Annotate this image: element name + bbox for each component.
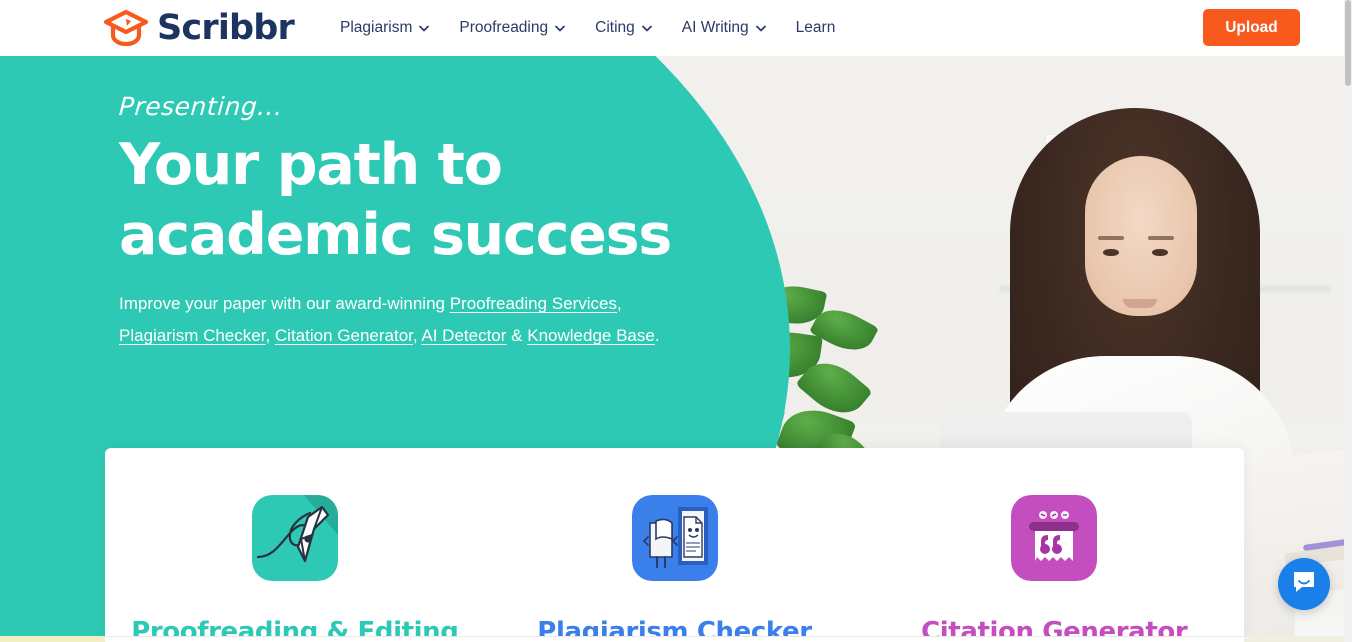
sep: & <box>506 326 528 346</box>
hero-title-line-1: Your path to <box>119 132 503 198</box>
scrollbar-thumb[interactable] <box>1345 0 1351 86</box>
chevron-down-icon <box>755 25 766 32</box>
link-citation-generator[interactable]: Citation Generator <box>275 326 413 345</box>
chat-widget-button[interactable] <box>1278 558 1330 610</box>
nav-item-ai-writing[interactable]: AI Writing <box>667 0 781 56</box>
feature-plagiarism-checker[interactable]: Plagiarism Checker <box>485 448 865 642</box>
chevron-down-icon <box>419 25 430 32</box>
fountain-pen-icon <box>251 495 338 581</box>
nav-item-proofreading[interactable]: Proofreading <box>444 0 580 56</box>
chevron-down-icon <box>555 25 565 32</box>
hero-eyebrow: Presenting... <box>117 92 284 121</box>
paper-mirror-icon <box>631 495 718 581</box>
chevron-down-icon <box>641 25 652 32</box>
page-title: Your path to academic success <box>119 131 679 270</box>
nav-label: Plagiarism <box>340 19 413 36</box>
nav-item-plagiarism[interactable]: Plagiarism <box>325 0 444 56</box>
nav-item-learn[interactable]: Learn <box>781 0 851 56</box>
nav-label: Learn <box>795 19 836 36</box>
sep: , <box>265 326 275 346</box>
logo-wordmark: Scribbr <box>157 7 295 48</box>
nav-label: Proofreading <box>459 19 549 36</box>
page-root: Scribbr Plagiarism Proofreading Citing A… <box>0 0 1352 642</box>
link-knowledge-base[interactable]: Knowledge Base <box>527 326 655 345</box>
feature-proofreading-editing[interactable]: Proofreading & Editing <box>105 448 485 642</box>
nav-item-citing[interactable]: Citing <box>580 0 667 56</box>
logo[interactable]: Scribbr <box>103 6 295 50</box>
link-ai-detector[interactable]: AI Detector <box>421 326 506 345</box>
page-bottom-strip <box>0 636 1352 642</box>
link-plagiarism-checker[interactable]: Plagiarism Checker <box>119 326 265 345</box>
nav-label: Citing <box>595 19 635 36</box>
features-card: Proofreading & Editing Plagiarism Checke… <box>105 448 1244 642</box>
hero-subtitle-lead: Improve your paper with our award-winnin… <box>119 294 450 314</box>
nav-label: AI Writing <box>681 19 749 36</box>
upload-button[interactable]: Upload <box>1203 9 1300 46</box>
main-navigation: Plagiarism Proofreading Citing AI Writin… <box>325 0 850 56</box>
chat-bubble-icon <box>1291 569 1317 600</box>
sep: , <box>616 294 622 314</box>
hero-copy: Presenting... Your path to academic succ… <box>117 92 679 353</box>
link-proofreading-services[interactable]: Proofreading Services <box>450 294 617 313</box>
sentence-end: . <box>654 326 660 346</box>
feature-citation-generator[interactable]: Citation Generator <box>864 448 1244 642</box>
graduation-cap-icon <box>103 8 149 48</box>
page-scrollbar[interactable] <box>1344 0 1352 642</box>
hero-title-line-2: academic success <box>119 201 672 268</box>
quote-machine-icon <box>1011 495 1098 581</box>
site-header: Scribbr Plagiarism Proofreading Citing A… <box>0 0 1352 56</box>
hero-subtitle: Improve your paper with our award-winnin… <box>119 288 664 353</box>
